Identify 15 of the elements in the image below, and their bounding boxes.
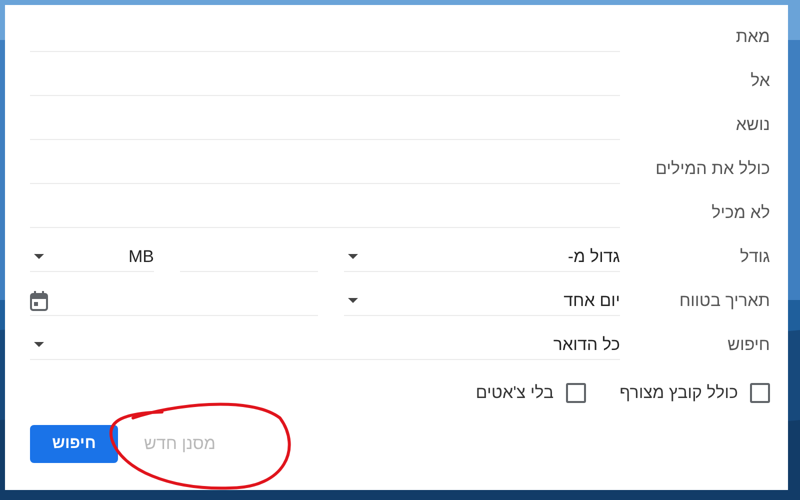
field-label: חיפוש — [726, 334, 770, 356]
field-label: תאריך בטווח — [678, 290, 770, 312]
search-button[interactable]: חיפוש — [30, 425, 118, 463]
checkbox-label: בלי צ'אטים — [476, 383, 554, 403]
dropdown[interactable]: גדול מ- — [344, 242, 620, 272]
dropdown[interactable]: MB — [30, 242, 154, 272]
field-label: כולל את המילים — [654, 158, 770, 180]
dropdown[interactable]: יום אחד — [344, 286, 620, 316]
field-label: נושא — [734, 114, 770, 136]
dropdown[interactable]: כל הדואר — [30, 330, 620, 360]
field-label: גודל — [738, 246, 770, 268]
field-label: אל — [750, 70, 770, 92]
field-label: מאת — [734, 26, 770, 48]
field-label: לא מכיל — [710, 202, 770, 224]
checkbox-label: כולל קובץ מצורף — [620, 383, 738, 403]
